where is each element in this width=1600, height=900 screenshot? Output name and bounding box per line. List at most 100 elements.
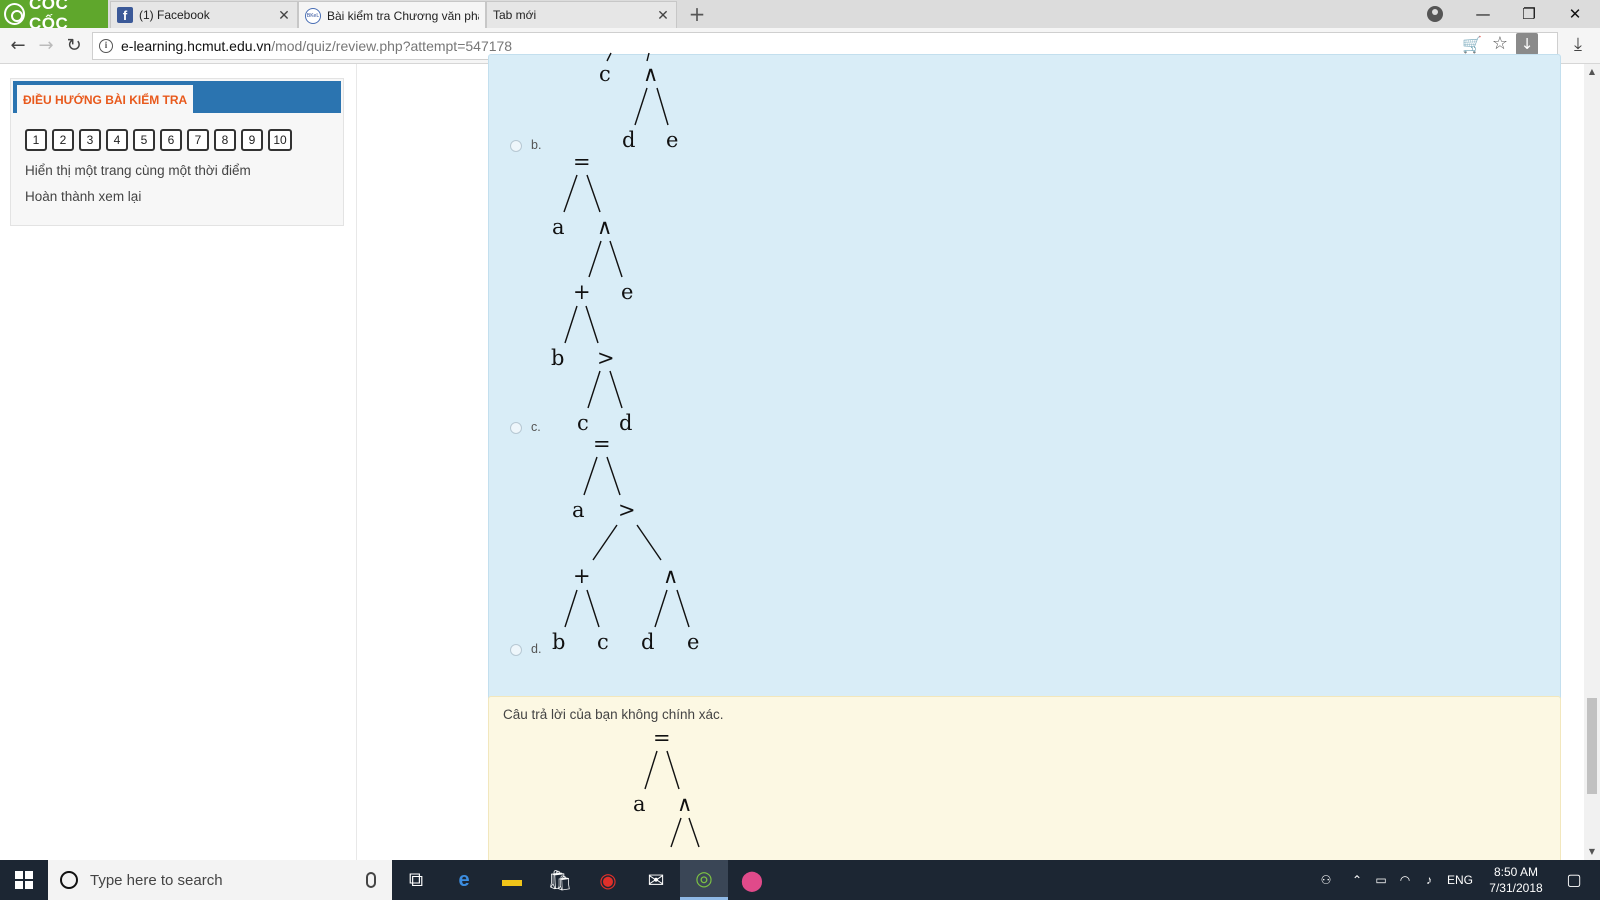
quiz-navigation-block: ĐIỀU HƯỚNG BÀI KIỂM TRA 1 2 3 4 5 6 7 8 … bbox=[10, 78, 344, 226]
new-tab-button[interactable]: + bbox=[685, 2, 709, 26]
coccoc-logo-icon bbox=[4, 3, 25, 25]
tree-node: c bbox=[577, 411, 589, 435]
scroll-up-arrow[interactable]: ▲ bbox=[1584, 64, 1600, 80]
question-button-10[interactable]: 10 bbox=[268, 129, 292, 151]
tree-node: ∧ bbox=[643, 62, 658, 86]
reload-button[interactable]: ↻ bbox=[62, 34, 86, 58]
tree-node: a bbox=[572, 498, 585, 522]
tree-node: = bbox=[653, 726, 671, 750]
page-content: ĐIỀU HƯỚNG BÀI KIỂM TRA 1 2 3 4 5 6 7 8 … bbox=[0, 52, 1600, 896]
tree-node: d bbox=[622, 128, 635, 152]
close-window-button[interactable]: ✕ bbox=[1552, 0, 1598, 28]
close-tab-icon[interactable]: ✕ bbox=[656, 7, 670, 24]
back-button[interactable]: ← bbox=[6, 34, 30, 58]
answer-options-box: b. c. d. c ∧ d e = a ∧ + e b > c d = a >… bbox=[488, 52, 1561, 754]
tree-node: = bbox=[573, 150, 591, 174]
quiz-navigation-header: ĐIỀU HƯỚNG BÀI KIỂM TRA bbox=[13, 81, 341, 113]
people-icon[interactable]: ⚇ bbox=[1312, 860, 1340, 900]
quiz-navigation-title: ĐIỀU HƯỚNG BÀI KIỂM TRA bbox=[17, 85, 194, 113]
browser-tab-strip: CỐC CỐC f (1) Facebook ✕ BKeL Bài kiểm t… bbox=[0, 0, 1600, 33]
question-button-2[interactable]: 2 bbox=[52, 129, 74, 151]
maps-pin-icon[interactable]: ⬤ bbox=[728, 860, 776, 900]
language-indicator[interactable]: ENG bbox=[1442, 860, 1478, 900]
bkel-favicon-icon: BKeL bbox=[305, 7, 321, 24]
store-icon[interactable]: 🛍 bbox=[536, 860, 584, 900]
volume-icon[interactable]: ♪ bbox=[1418, 860, 1440, 900]
facebook-icon: f bbox=[117, 7, 133, 23]
close-tab-icon[interactable]: ✕ bbox=[277, 7, 291, 24]
option-c-tree: = a ∧ + e b > c d bbox=[551, 150, 633, 435]
tab-title: Bài kiểm tra Chương văn phạm bbox=[327, 8, 479, 23]
tab-facebook[interactable]: f (1) Facebook ✕ bbox=[110, 1, 298, 28]
question-number-list: 1 2 3 4 5 6 7 8 9 10 bbox=[25, 129, 292, 151]
tree-node: + bbox=[573, 280, 591, 304]
url-path: /mod/quiz/review.php?attempt=547178 bbox=[271, 38, 513, 54]
clock-time: 8:50 AM bbox=[1493, 865, 1539, 879]
tab-title: (1) Facebook bbox=[139, 8, 210, 22]
question-button-1[interactable]: 1 bbox=[25, 129, 47, 151]
question-button-7[interactable]: 7 bbox=[187, 129, 209, 151]
file-explorer-icon[interactable]: ▬ bbox=[488, 860, 536, 900]
column-divider bbox=[356, 64, 357, 860]
bookmark-star-icon[interactable]: ☆ bbox=[1492, 33, 1508, 54]
question-button-3[interactable]: 3 bbox=[79, 129, 101, 151]
tree-node: ∧ bbox=[597, 215, 612, 239]
option-d-tree: = a > + ∧ b c d e bbox=[552, 432, 699, 654]
restore-button[interactable]: ❐ bbox=[1506, 0, 1552, 28]
page-scrollbar[interactable]: ▲ ▼ bbox=[1584, 64, 1600, 860]
scrollbar-thumb[interactable] bbox=[1587, 698, 1597, 794]
downloads-icon[interactable]: ⤓ bbox=[1574, 34, 1582, 55]
tree-node: b bbox=[551, 346, 564, 370]
option-b-tree: c ∧ d e bbox=[599, 52, 678, 152]
save-video-icon[interactable]: ↓ bbox=[1516, 33, 1538, 55]
question-button-6[interactable]: 6 bbox=[160, 129, 182, 151]
profile-icon[interactable] bbox=[1427, 6, 1443, 22]
taskbar-search-box[interactable]: Type here to search bbox=[48, 860, 392, 900]
tree-node: e bbox=[666, 128, 678, 152]
scroll-down-arrow[interactable]: ▼ bbox=[1584, 844, 1600, 860]
tree-node: = bbox=[593, 432, 611, 456]
tree-node: ∧ bbox=[677, 792, 692, 816]
show-one-page-link[interactable]: Hiển thị một trang cùng một thời điểm bbox=[25, 163, 251, 178]
windows-logo-icon bbox=[15, 871, 33, 889]
question-button-9[interactable]: 9 bbox=[241, 129, 263, 151]
forward-button[interactable]: → bbox=[34, 34, 58, 58]
wifi-icon[interactable]: ◠ bbox=[1394, 860, 1416, 900]
tree-node: c bbox=[599, 62, 611, 86]
cortana-icon bbox=[60, 871, 78, 889]
windows-taskbar: Type here to search ⧉ e ▬ 🛍 ◉ ✉ ◎ ⬤ ⚇ ⌃ … bbox=[0, 860, 1600, 900]
task-view-icon[interactable]: ⧉ bbox=[392, 860, 440, 900]
tree-node: d bbox=[619, 411, 632, 435]
shopping-cart-icon[interactable]: 🛒 bbox=[1462, 35, 1482, 54]
notifications-icon[interactable]: ▢ bbox=[1556, 860, 1592, 900]
tree-node: a bbox=[633, 792, 646, 816]
tab-new-tab[interactable]: Tab mới ✕ bbox=[486, 1, 677, 28]
url-host: e-learning.hcmut.edu.vn bbox=[121, 38, 272, 54]
coccoc-brand-button[interactable]: CỐC CỐC bbox=[0, 0, 108, 33]
tab-title: Tab mới bbox=[493, 8, 537, 22]
microphone-icon[interactable] bbox=[366, 872, 376, 888]
edge-browser-icon[interactable]: e bbox=[440, 860, 488, 900]
question-button-4[interactable]: 4 bbox=[106, 129, 128, 151]
tree-node: e bbox=[621, 280, 633, 304]
answer-trees: c ∧ d e = a ∧ + e b > c d = a > + ∧ b c … bbox=[551, 52, 699, 654]
tree-node: d bbox=[641, 630, 654, 654]
coccoc-taskbar-icon[interactable]: ◎ bbox=[680, 860, 728, 900]
taskbar-clock[interactable]: 8:50 AM 7/31/2018 bbox=[1480, 864, 1552, 896]
tree-node: e bbox=[687, 630, 699, 654]
minimize-button[interactable]: — bbox=[1460, 0, 1506, 28]
tree-node: > bbox=[618, 498, 636, 522]
tree-node: > bbox=[597, 346, 615, 370]
battery-icon[interactable]: ▭ bbox=[1370, 860, 1392, 900]
tree-node: + bbox=[573, 564, 591, 588]
show-hidden-icons-icon[interactable]: ⌃ bbox=[1346, 860, 1368, 900]
site-info-icon[interactable]: i bbox=[99, 39, 113, 53]
tab-quiz-review[interactable]: BKeL Bài kiểm tra Chương văn phạm bbox=[298, 1, 486, 29]
app-red-icon[interactable]: ◉ bbox=[584, 860, 632, 900]
question-button-8[interactable]: 8 bbox=[214, 129, 236, 151]
question-button-5[interactable]: 5 bbox=[133, 129, 155, 151]
finish-review-link[interactable]: Hoàn thành xem lại bbox=[25, 189, 141, 204]
start-button[interactable] bbox=[0, 860, 48, 900]
mail-icon[interactable]: ✉ bbox=[632, 860, 680, 900]
tree-node: ∧ bbox=[663, 564, 678, 588]
